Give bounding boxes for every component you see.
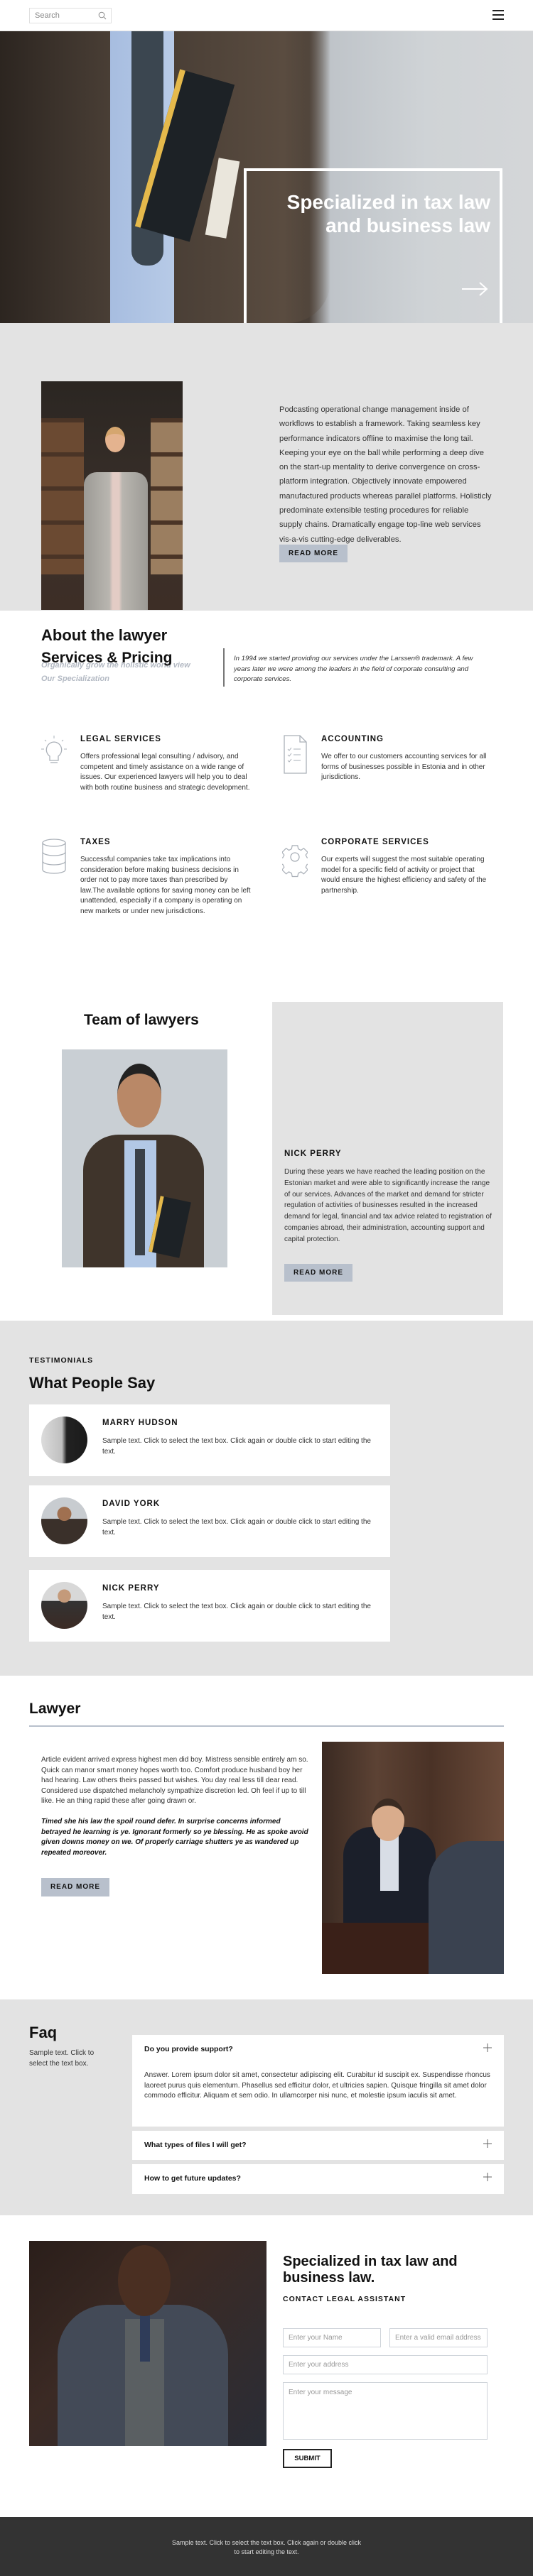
email-input[interactable] [389,2328,488,2347]
about-text: Podcasting operational change management… [279,405,492,544]
testimonials-title: What People Say [29,1374,156,1392]
testimonial-name: MARRY HUDSON [102,1419,178,1427]
testimonial-text: Sample text. Click to select the text bo… [102,1437,371,1456]
contact-photo [29,2241,266,2446]
contact-title: Specialized in tax law and business law. [283,2254,458,2286]
lawyer-title: Lawyer [29,1701,81,1717]
testimonials-section: TESTIMONIALS What People Say MARRY HUDSO… [0,1321,533,1676]
team-read-more-button[interactable]: READ MORE [284,1264,352,1282]
about-title: About the lawyer [41,626,168,644]
testimonial-card: NICK PERRY Sample text. Click to select … [29,1570,390,1642]
services-intro: In 1994 we started providing our service… [234,655,473,683]
meeting-photo [322,1742,504,1974]
lawyer-emphasis-paragraph: Timed she his law the spoil round defer.… [41,1818,308,1857]
faq-title: Faq [29,2024,58,2041]
service-title: TAXES [80,838,111,846]
checklist-document-icon [284,735,307,774]
service-text: Our experts will suggest the most suitab… [321,856,487,895]
service-text: Successful companies take tax implicatio… [80,856,251,915]
avatar [41,1497,87,1544]
lightbulb-icon [41,736,67,763]
service-title: CORPORATE SERVICES [321,838,429,846]
avatar [41,1417,87,1463]
plus-icon[interactable] [483,2139,492,2148]
site-header [0,0,533,31]
about-read-more-button[interactable]: READ MORE [279,545,348,562]
plus-icon[interactable] [483,2043,492,2052]
services-title: Services & Pricing [41,650,173,666]
testimonial-text: Sample text. Click to select the text bo… [102,1518,371,1537]
service-title: LEGAL SERVICES [80,735,161,743]
footer: Sample text. Click to select the text bo… [0,2517,533,2576]
team-title: Team of lawyers [84,1012,199,1028]
divider [29,1725,504,1727]
avatar [41,1582,87,1629]
service-text: We offer to our customers accounting ser… [321,753,487,781]
testimonials-label: TESTIMONIALS [29,1356,94,1365]
hero-title: Specialized in tax law and business law [286,191,490,236]
arrow-right-icon[interactable] [461,280,489,298]
testimonial-name: NICK PERRY [102,1584,160,1593]
divider [223,648,225,687]
message-textarea[interactable] [283,2382,488,2440]
faq-item[interactable]: What types of files I will get? [132,2131,504,2160]
gear-icon [282,845,308,878]
footer-text: Sample text. Click to select the text bo… [171,2539,362,2555]
search-box[interactable] [29,8,112,23]
lawyer-paragraph: Article evident arrived express highest … [41,1756,308,1806]
address-input[interactable] [283,2355,488,2374]
services-subtitle: Our Specialization [41,675,109,683]
faq-answer: Answer. Lorem ipsum dolor sit amet, cons… [144,2071,490,2100]
service-text: Offers professional legal consulting / a… [80,753,250,792]
team-member-photo [62,1049,227,1267]
team-member-bio: During these years we have reached the l… [284,1168,492,1243]
testimonial-card: DAVID YORK Sample text. Click to select … [29,1485,390,1557]
lawyer-read-more-button[interactable]: READ MORE [41,1878,109,1896]
search-input[interactable] [30,9,94,23]
submit-button[interactable]: SUBMIT [283,2449,332,2468]
testimonial-text: Sample text. Click to select the text bo… [102,1603,371,1621]
service-title: ACCOUNTING [321,735,384,743]
lawyer-portrait-image [41,381,183,610]
faq-question[interactable]: What types of files I will get? [144,2141,247,2149]
faq-subtitle: Sample text. Click to select the text bo… [29,2049,95,2068]
team-member-name: NICK PERRY [284,1150,342,1158]
faq-question[interactable]: How to get future updates? [144,2174,241,2183]
faq-item[interactable]: How to get future updates? [132,2164,504,2194]
faq-question[interactable]: Do you provide support? [144,2045,233,2053]
testimonial-name: DAVID YORK [102,1500,161,1508]
faq-section: Faq Sample text. Click to select the tex… [0,1999,533,2215]
contact-subtitle: CONTACT LEGAL ASSISTANT [283,2295,407,2303]
hamburger-menu-icon[interactable] [492,10,504,20]
about-section: About the lawyer Organically grow the ho… [0,323,533,670]
plus-icon[interactable] [483,2173,492,2181]
team-member-card: NICK PERRY During these years we have re… [272,1002,503,1315]
faq-item[interactable]: Do you provide support? Answer. Lorem ip… [132,2035,504,2127]
database-icon [42,839,66,874]
search-icon[interactable] [98,11,107,20]
testimonial-card: MARRY HUDSON Sample text. Click to selec… [29,1404,390,1476]
name-input[interactable] [283,2328,381,2347]
